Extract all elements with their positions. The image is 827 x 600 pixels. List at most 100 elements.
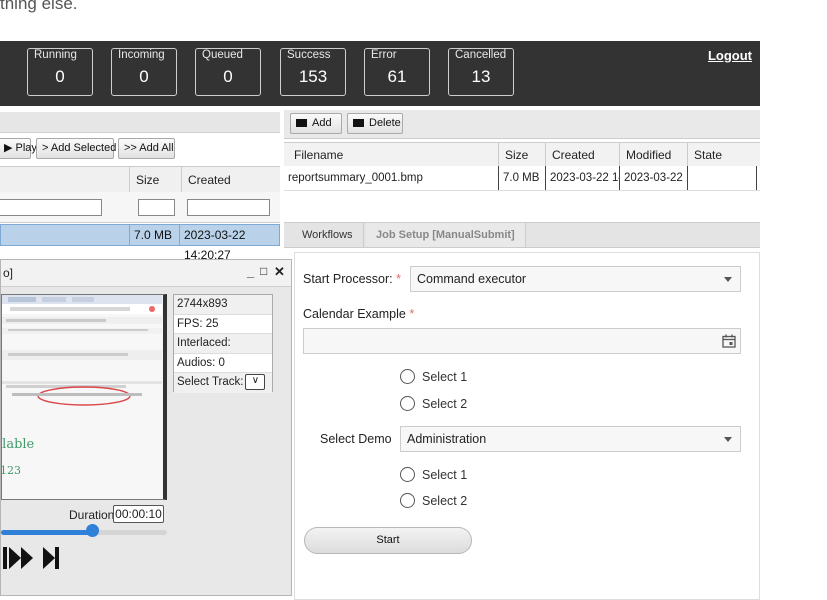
add-selected-button[interactable]: > Add Selected (36, 138, 116, 159)
play-pause-icon[interactable] (3, 547, 7, 569)
file-toolbar: Add Delete (284, 110, 760, 139)
chevron-down-icon (724, 437, 732, 442)
delete-file-button[interactable]: Delete (347, 113, 403, 134)
add-all-button[interactable]: >> Add All (118, 138, 175, 159)
fast-forward-icon[interactable] (9, 547, 33, 569)
counter-label: Success (287, 49, 331, 61)
seek-progress (1, 530, 93, 535)
counter-value: 0 (139, 67, 149, 86)
size-filter-input[interactable] (138, 199, 175, 216)
column-header-filename[interactable]: Filename (284, 143, 498, 167)
video-preview[interactable]: ilable 123 (1, 294, 167, 500)
radio-demo-select-2[interactable] (400, 493, 415, 508)
add-folder-icon (296, 119, 307, 128)
thumb-text-2: 123 (2, 464, 21, 477)
column-header-size[interactable]: Size (129, 167, 181, 193)
counter-label: Error (371, 49, 397, 61)
select-demo-dropdown[interactable]: Administration (400, 426, 741, 452)
tab-workflows[interactable]: Workflows (292, 223, 364, 247)
counter-success[interactable]: Success 153 (280, 48, 346, 96)
add-file-button[interactable]: Add (290, 113, 342, 134)
counter-label: Incoming (118, 49, 165, 61)
play-button[interactable]: ▶ Play (0, 138, 37, 159)
radio-label-demo-select-1: Select 1 (422, 468, 468, 482)
left-table-filter-row (0, 192, 280, 223)
counter-running[interactable]: Running 0 (27, 48, 93, 96)
duration-label: Duration: (69, 508, 118, 522)
start-processor-label-text: Start Processor: (303, 272, 393, 286)
duration-input[interactable]: 00:00:10 (113, 505, 164, 523)
close-icon[interactable]: ✕ (274, 264, 285, 280)
radio-label-demo-select-2: Select 2 (422, 494, 468, 508)
counter-value: 61 (387, 67, 407, 86)
seek-thumb[interactable] (85, 524, 99, 537)
column-header-created[interactable]: Created (181, 167, 280, 193)
column-header-state[interactable]: State (687, 143, 760, 167)
table-row[interactable]: 7.0 MB 2023-03-22 14:20:27 (0, 224, 280, 262)
calendar-icon[interactable] (722, 334, 736, 348)
left-table-header: Size Created (0, 166, 280, 194)
column-header-modified[interactable]: Modified (619, 143, 687, 167)
row-created: 2023-03-22 14:20:27 (545, 166, 619, 190)
radio-demo-select-1[interactable] (400, 467, 415, 482)
viewer-titlebar[interactable]: o] _ □ ✕ (1, 260, 291, 287)
start-processor-label: Start Processor: * (303, 272, 401, 286)
calendar-label: Calendar Example * (303, 307, 414, 321)
counter-label: Queued (202, 49, 243, 61)
counter-incoming[interactable]: Incoming 0 (111, 48, 177, 96)
chevron-down-icon: ∨ (251, 374, 260, 386)
select-demo-label: Select Demo (320, 432, 392, 446)
filename-filter-input[interactable] (0, 199, 102, 216)
radio-label-select-2: Select 2 (422, 397, 468, 411)
row-size: 7.0 MB (498, 166, 545, 190)
counter-cancelled[interactable]: Cancelled 13 (448, 48, 514, 96)
start-processor-select[interactable]: Command executor (410, 266, 741, 292)
counter-queued[interactable]: Queued 0 (195, 48, 261, 96)
play-label: Play (15, 142, 37, 154)
row-size: 7.0 MB (129, 225, 179, 245)
info-interlaced: Interlaced: (174, 334, 272, 354)
row-filename: reportsummary_0001.bmp (288, 172, 423, 184)
radio-select-2[interactable] (400, 396, 415, 411)
calendar-label-text: Calendar Example (303, 307, 406, 321)
column-header-created[interactable]: Created (545, 143, 619, 167)
required-mark: * (409, 307, 415, 321)
counter-value: 153 (298, 67, 328, 86)
video-frame-image: ilable 123 (2, 295, 162, 499)
counter-value: 0 (223, 67, 233, 86)
table-row[interactable]: reportsummary_0001.bmp 7.0 MB 2023-03-22… (284, 166, 760, 191)
thumb-text-1: ilable (2, 437, 35, 452)
workflow-tabs: Workflows Job Setup [ManualSubmit] (284, 222, 760, 248)
add-label: Add (312, 117, 332, 129)
logout-link[interactable]: Logout (708, 48, 752, 63)
counter-label: Cancelled (455, 49, 507, 61)
row-created: 2023-03-22 14:20:27 (179, 225, 280, 262)
tab-job-setup[interactable]: Job Setup [ManualSubmit] (366, 223, 526, 247)
info-select-track: Select Track: ∨ (174, 373, 272, 393)
viewer-title: o] (3, 266, 14, 280)
maximize-icon[interactable]: □ (260, 264, 267, 278)
counter-label: Running (34, 49, 77, 61)
radio-select-1[interactable] (400, 369, 415, 384)
row-modified: 2023-03-22 14:20:27 (619, 166, 687, 190)
left-pane-header (0, 112, 280, 133)
required-mark: * (396, 272, 401, 286)
skip-forward-icon[interactable] (43, 547, 59, 569)
media-info-panel: 2744x893 FPS: 25 Interlaced: Audios: 0 S… (173, 294, 273, 393)
info-resolution: 2744x893 (174, 295, 272, 315)
counter-error[interactable]: Error 61 (364, 48, 430, 96)
media-viewer-window: o] _ □ ✕ ilable 123 27 (0, 259, 292, 596)
calendar-date-input[interactable] (303, 328, 741, 354)
row-state (687, 166, 757, 190)
status-bar: Running 0 Incoming 0 Queued 0 Success 15… (0, 41, 760, 106)
minimize-icon[interactable]: _ (247, 264, 254, 279)
delete-folder-icon (353, 119, 364, 128)
play-icon: ▶ (4, 142, 13, 154)
file-table-header: Filename Size Created Modified State (284, 142, 760, 168)
start-button[interactable]: Start (304, 527, 472, 554)
column-header-size[interactable]: Size (498, 143, 545, 167)
counter-value: 0 (55, 67, 65, 86)
select-track-dropdown[interactable]: ∨ (245, 373, 266, 390)
created-filter-input[interactable] (187, 199, 270, 216)
playback-controls (3, 547, 59, 569)
